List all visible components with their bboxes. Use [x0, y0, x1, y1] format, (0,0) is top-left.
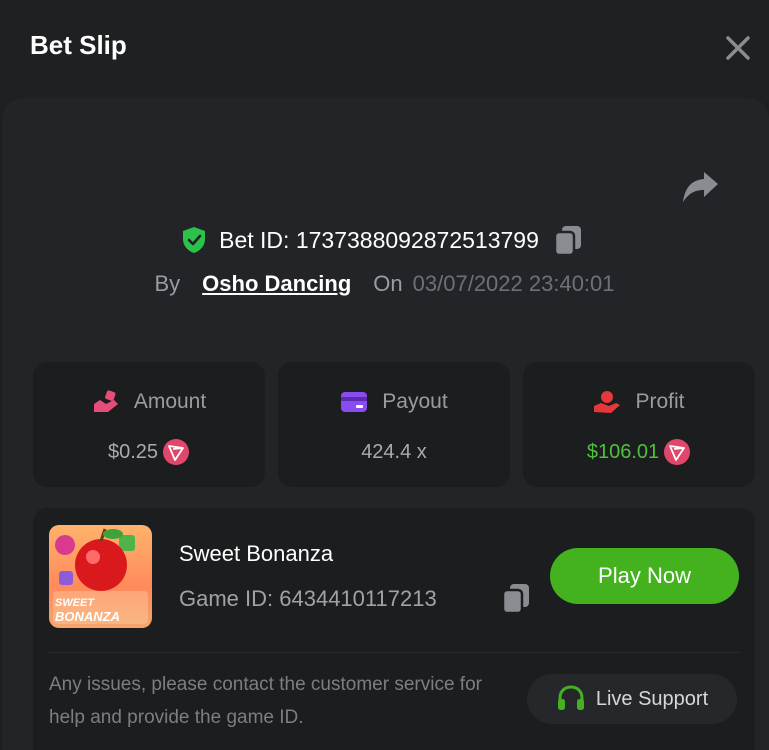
game-name: Sweet Bonanza — [179, 541, 334, 566]
bet-id-text: Bet ID: 1737388092872513799 — [219, 226, 539, 253]
by-label: By — [154, 271, 181, 296]
share-button[interactable] — [680, 170, 720, 206]
verified-shield-icon — [183, 227, 206, 253]
modal-title: Bet Slip — [30, 30, 127, 60]
bet-date: 03/07/2022 23:40:01 — [412, 271, 615, 296]
amount-value: $0.25 — [107, 440, 159, 463]
modal-header: Bet Slip — [0, 0, 769, 98]
thumb-title-line-2: BONANZA — [55, 609, 120, 624]
close-icon — [726, 36, 750, 60]
card-icon — [341, 392, 368, 412]
profit-hand-icon — [594, 391, 621, 413]
game-card: SWEET BONANZA Sweet Bonanza Game ID: 643… — [33, 508, 755, 750]
game-thumbnail[interactable]: SWEET BONANZA — [49, 525, 152, 628]
bet-id-row: Bet ID: 1737388092872513799 — [0, 222, 769, 258]
live-support-label: Live Support — [595, 687, 709, 710]
thumb-title-line-1: SWEET — [55, 597, 95, 609]
headset-icon — [557, 685, 584, 710]
close-button[interactable] — [722, 32, 754, 64]
copy-game-id-icon[interactable] — [501, 582, 531, 614]
profit-label: Profit — [635, 390, 685, 413]
divider — [49, 652, 739, 653]
wallet-hand-icon — [93, 390, 118, 412]
tron-coin-icon — [664, 439, 691, 465]
support-notice: Any issues, please contact the customer … — [49, 674, 482, 728]
on-label: On — [373, 271, 403, 296]
game-id: Game ID: 6434410117213 — [179, 586, 437, 611]
share-icon — [683, 172, 718, 202]
tron-coin-icon — [163, 439, 190, 465]
profit-card: Profit $106.01 — [523, 362, 755, 487]
payout-value: 424.4 x — [361, 440, 427, 463]
copy-bet-id-icon[interactable] — [553, 224, 583, 256]
bet-author-row: By Osho Dancing On 03/07/2022 23:40:01 — [0, 268, 769, 300]
username-link[interactable]: Osho Dancing — [202, 271, 351, 297]
profit-value: $106.01 — [586, 440, 660, 463]
bet-slip-modal: Bet Slip Bet ID: 1737388092872513799 By … — [0, 0, 769, 750]
payout-label: Payout — [382, 390, 448, 413]
amount-label: Amount — [133, 390, 207, 413]
live-support-button[interactable]: Live Support — [527, 674, 737, 724]
payout-card: Payout 424.4 x — [278, 362, 510, 487]
play-now-button[interactable]: Play Now — [550, 548, 739, 604]
amount-card: Amount $0.25 — [33, 362, 265, 487]
